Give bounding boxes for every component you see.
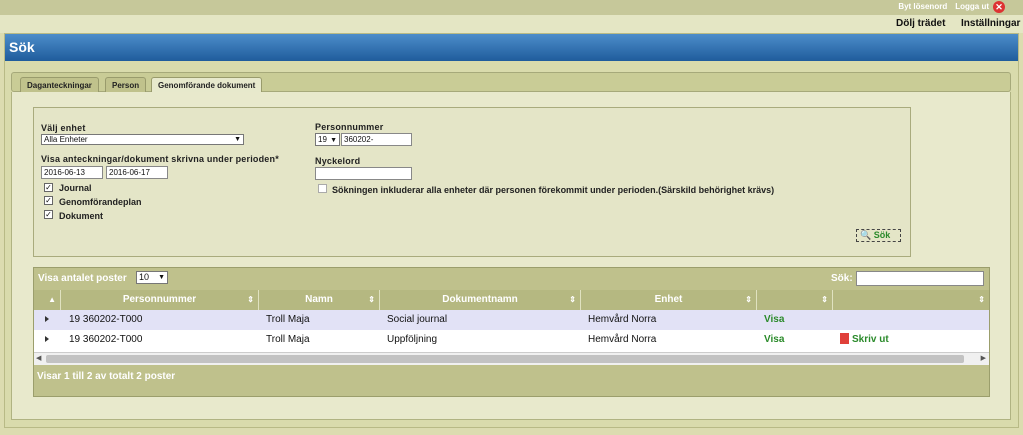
century-select-value: 19 [318,135,327,144]
cell-dokumentnamn: Uppföljning [387,334,438,345]
search-form: Välj enhet Alla Enheter ▼ Visa antecknin… [33,107,911,257]
expand-icon[interactable] [45,336,49,342]
cell-dokumentnamn: Social journal [387,314,448,325]
personnummer-input[interactable] [341,133,412,146]
visa-link[interactable]: Visa [764,330,784,350]
grid-toolbar: Visa antalet poster 10 ▼ Sök: [34,268,989,290]
panel-title: Sök [5,34,1018,61]
change-password-link[interactable]: Byt lösenord [898,2,947,11]
column-namn-label: Namn [305,294,333,305]
tab-daganteckningar[interactable]: Daganteckningar [20,77,99,93]
expand-column-header[interactable]: ▲ [34,290,61,310]
period-label: Visa anteckningar/dokument skrivna under… [41,154,279,164]
page-size-label: Visa antalet poster [38,273,127,284]
dropdown-icon: ▼ [158,274,165,281]
sort-icon: ⇕ [821,295,828,304]
search-button-label: Sök [873,230,891,240]
include-all-label: Sökningen inkluderar alla enheter där pe… [332,185,775,195]
column-enhet-label: Enhet [654,294,683,305]
dropdown-icon: ▼ [234,136,241,143]
journal-checkbox-label: Journal [59,183,92,193]
unit-label: Välj enhet [41,123,86,133]
page-size-select[interactable]: 10 ▼ [136,271,168,284]
cell-enhet: Hemvård Norra [588,314,657,325]
grid-search-label: Sök: [831,273,853,284]
tab-content: Välj enhet Alla Enheter ▼ Visa antecknin… [11,92,1011,420]
print-link[interactable]: Skriv ut [840,330,889,350]
scroll-right-icon[interactable]: ▶ [981,354,986,362]
results-grid: Visa antalet poster 10 ▼ Sök: ▲ Personnu… [33,267,990,397]
expand-icon[interactable] [45,316,49,322]
genomforandeplan-checkbox-label: Genomförandeplan [59,197,142,207]
search-button[interactable]: 🔍 Sök [856,229,901,242]
close-icon[interactable]: ✕ [993,1,1005,13]
settings-link[interactable]: Inställningar [961,18,1020,29]
tab-bar: Daganteckningar Person Genomförande doku… [11,72,1011,94]
table-row[interactable]: 19 360202-T000 Troll Maja Social journal… [34,310,989,330]
search-icon: 🔍 [860,230,872,240]
scrollbar-thumb[interactable] [46,355,964,363]
pdf-icon [840,332,849,344]
cell-personnummer: 19 360202-T000 [69,334,143,345]
sort-icon: ▲ [48,295,56,304]
date-to-input[interactable] [106,166,168,179]
genomforandeplan-checkbox[interactable]: ✓ [44,196,53,205]
column-enhet[interactable]: Enhet ⇕ [581,290,757,310]
unit-select-value: Alla Enheter [44,135,88,144]
column-personnummer-label: Personnummer [122,294,197,305]
cell-namn: Troll Maja [266,314,310,325]
logout-link[interactable]: Logga ut [955,2,989,11]
personnummer-label: Personnummer [315,122,384,132]
keyword-label: Nyckelord [315,156,361,166]
scroll-left-icon[interactable]: ◀ [36,354,41,362]
include-all-checkbox[interactable] [318,184,327,193]
journal-checkbox[interactable]: ✓ [44,183,53,192]
column-dokumentnamn[interactable]: Dokumentnamn ⇕ [380,290,581,310]
page-size-value: 10 [139,272,150,282]
column-visa[interactable]: ⇕ [757,290,833,310]
sort-icon: ⇕ [569,295,576,304]
top-bar: Byt lösenord Logga ut ✕ [0,0,1023,15]
horizontal-scrollbar[interactable]: ◀ ▶ [34,352,989,365]
keyword-input[interactable] [315,167,412,180]
date-from-input[interactable] [41,166,103,179]
tab-person[interactable]: Person [105,77,147,93]
cell-namn: Troll Maja [266,334,310,345]
sub-bar: Dölj trädet Inställningar [0,15,1023,33]
print-label: Skriv ut [852,334,889,345]
hide-tree-link[interactable]: Dölj trädet [896,18,945,29]
dokument-checkbox[interactable]: ✓ [44,210,53,219]
grid-footer: Visar 1 till 2 av totalt 2 poster [34,365,989,396]
column-namn[interactable]: Namn ⇕ [259,290,380,310]
grid-header: ▲ Personnummer ⇕ Namn ⇕ Dokumentnamn ⇕ E… [34,290,989,310]
grid-search-input[interactable] [856,271,984,286]
century-select[interactable]: 19 ▼ [315,133,340,146]
dokument-checkbox-label: Dokument [59,211,104,221]
column-personnummer[interactable]: Personnummer ⇕ [61,290,259,310]
dropdown-icon: ▼ [330,137,337,144]
sort-icon: ⇕ [745,295,752,304]
search-panel: Sök Daganteckningar Person Genomförande … [4,33,1019,428]
unit-select[interactable]: Alla Enheter ▼ [41,134,244,145]
sort-icon: ⇕ [247,295,254,304]
cell-enhet: Hemvård Norra [588,334,657,345]
top-links: Byt lösenord Logga ut [898,2,989,11]
column-print[interactable]: ⇕ [833,290,989,310]
visa-link[interactable]: Visa [764,310,784,330]
table-row[interactable]: 19 360202-T000 Troll Maja Uppföljning He… [34,330,989,350]
grid-info: Visar 1 till 2 av totalt 2 poster [37,371,176,382]
sort-icon: ⇕ [368,295,375,304]
column-dokumentnamn-label: Dokumentnamn [442,294,518,305]
sort-icon: ⇕ [978,295,985,304]
cell-personnummer: 19 360202-T000 [69,314,143,325]
